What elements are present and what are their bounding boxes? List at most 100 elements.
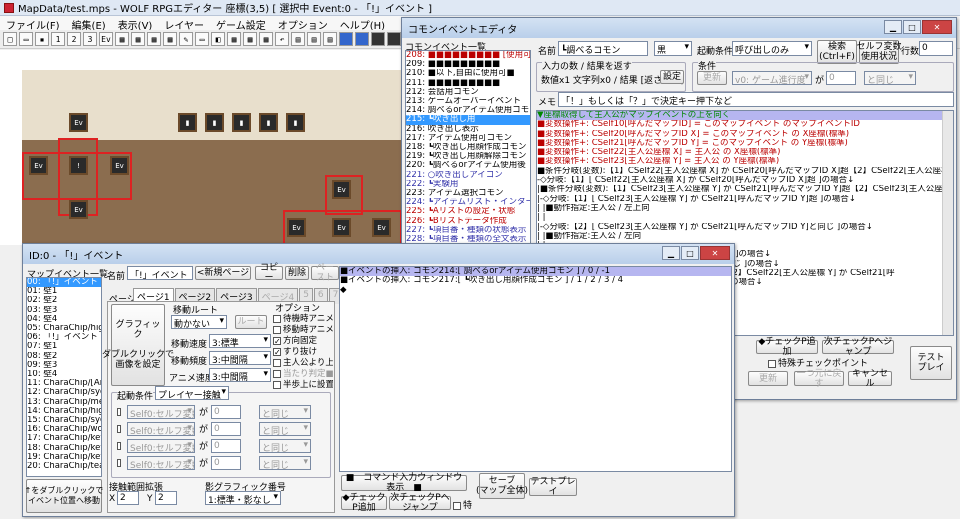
map-event-item[interactable]: 02: 壁2 <box>27 296 101 305</box>
map-event[interactable]: Ev <box>29 156 48 175</box>
map-event-item[interactable]: 00: 「!」イベント <box>27 278 101 288</box>
common-event-item[interactable]: 213: ゲームオーバーイベント <box>406 97 530 106</box>
condition-op-select[interactable]: と同じ <box>259 405 311 419</box>
map-event-list[interactable]: 00: 「!」イベント 01: 壁1 02: 壁2 03: 壁3 04: 壁4 05: C… <box>26 277 102 477</box>
open-icon[interactable]: ▭ <box>19 32 33 46</box>
shadow-select[interactable]: 1:標準・影なし <box>205 491 281 505</box>
update-button[interactable]: 更新 <box>748 371 788 386</box>
layer-3-button[interactable]: 3 <box>83 32 97 46</box>
common-name-input[interactable]: ┗調べるコモン <box>558 41 648 56</box>
common-event-item[interactable]: 210: ■以下,自由に使用可■ <box>406 69 530 78</box>
common-trigger-select[interactable]: 呼び出しのみ <box>732 41 812 56</box>
map-event-item[interactable]: 15: CharaChip/syoujo2 <box>27 416 101 425</box>
code-line[interactable]: ■変数操作+: CSelf22[主人公座標 X] = 主人公 の X座標(標準) <box>537 148 953 157</box>
common-event-item[interactable]: 227: ┗項目番・種類の状態表示 <box>406 226 530 235</box>
grid-icon[interactable]: ▤ <box>323 32 337 46</box>
common-event-item[interactable]: 221: ○吹き出しアイコン <box>406 171 530 180</box>
common-test-play-button[interactable]: テスト プレイ <box>910 346 952 380</box>
map-event-item[interactable]: 07: 壁1 <box>27 342 101 351</box>
self-var-usage-button[interactable]: セルフ変数 使用状況 <box>857 40 902 64</box>
option-checkbox[interactable]: 移動時アニメ <box>273 323 333 334</box>
rect-icon[interactable]: ▭ <box>195 32 209 46</box>
move-route-button[interactable]: ルート <box>235 315 267 329</box>
event-code-line[interactable]: ■イベントの挿入: コモン217:[ ┗吹き出し用顔作成コモン ] / 1 / … <box>340 276 731 285</box>
common-event-item[interactable]: 214: 調べるorアイテム使用コモン <box>406 106 530 115</box>
option-checkbox[interactable]: すり抜け <box>273 345 333 356</box>
tool-icon[interactable] <box>387 32 401 46</box>
map-event-item[interactable]: 03: 壁3 <box>27 306 101 315</box>
map-event-item[interactable]: 12: CharaChip/syoujo2 <box>27 388 101 397</box>
condition-enable-checkbox[interactable] <box>117 425 121 433</box>
map-event[interactable]: ▮ <box>205 113 224 132</box>
map-event[interactable]: ▮ <box>178 113 197 132</box>
map-event-item[interactable]: 06: 「!」イベント <box>27 333 101 342</box>
anim-speed-select[interactable]: 3:中間隔 <box>209 368 271 382</box>
new-icon[interactable]: □ <box>3 32 17 46</box>
common-color-select[interactable]: 黒 <box>654 41 692 56</box>
condition-num-input[interactable]: 0 <box>211 405 241 419</box>
map-event-item[interactable]: 17: CharaChip/key.png <box>27 434 101 443</box>
menu-edit[interactable]: 編集(E) <box>66 16 112 32</box>
condition-num-input[interactable]: 0 <box>211 422 241 436</box>
check-point-add-button[interactable]: ◆チェックP追加 <box>756 337 818 357</box>
code-line[interactable]: ■変数操作+: CSelf21[呼んだマップID Y] = このマップイベント … <box>537 139 953 148</box>
map-event-item[interactable]: 13: CharaChip/meid.pn <box>27 398 101 407</box>
map-event[interactable]: Ev <box>69 200 88 219</box>
map-event-item[interactable]: 16: CharaChip/woman <box>27 425 101 434</box>
option-checkbox[interactable]: 方向固定 <box>273 334 333 345</box>
map-event[interactable]: ▮ <box>286 113 305 132</box>
minimize-icon[interactable]: ▁ <box>884 20 902 34</box>
code-line[interactable]: ■変数操作+: CSelf10[呼んだマップID] = このマップイベント のマ… <box>537 120 953 129</box>
map-event-item[interactable]: 01: 壁1 <box>27 287 101 296</box>
condition-op-select[interactable]: と同じ <box>864 71 916 85</box>
database-icon[interactable] <box>339 32 353 46</box>
map-event[interactable]: Ev <box>287 218 306 237</box>
condition-enable-checkbox[interactable] <box>117 459 121 467</box>
map-event[interactable]: Ev <box>110 156 129 175</box>
code-line[interactable]: |■条件分岐(変数):【1】CSelf23[主人公座標 Y] が CSelf21… <box>537 185 953 194</box>
range-x-input[interactable]: 2 <box>117 491 139 505</box>
code-line[interactable]: | |■動作指定:主人公 / 左上向 <box>537 204 953 213</box>
code-line[interactable]: |-◇分岐:【2】[ CSelf23[主人公座標 Y] が CSelf21[呼ん… <box>537 223 953 232</box>
special-check-checkbox[interactable]: 特殊チェックポイント <box>768 356 868 369</box>
fill-icon[interactable]: ◧ <box>211 32 225 46</box>
map-event-item[interactable]: 10: 壁4 <box>27 370 101 379</box>
code-line[interactable]: ■条件分岐(変数):【1】CSelf22[主人公座標 X] が CSelf20[… <box>537 167 953 176</box>
common-event-item[interactable]: 208: ■■■■■■■■■ [使用可] <box>406 51 530 60</box>
range-y-input[interactable]: 2 <box>155 491 177 505</box>
option-checkbox[interactable]: 半歩上に設置 <box>273 378 333 389</box>
undo-icon[interactable]: ↶ <box>275 32 289 46</box>
command-input-button[interactable]: ■ コマンド入力ウィンドウ表示 ■ <box>341 473 467 493</box>
menu-view[interactable]: 表示(V) <box>112 16 159 32</box>
map-event[interactable]: Ev <box>372 218 391 237</box>
maximize-icon[interactable]: □ <box>903 20 921 34</box>
menu-game-settings[interactable]: ゲーム設定 <box>210 16 272 32</box>
map-event-item[interactable]: 14: CharaChip/higashi <box>27 407 101 416</box>
tool-icon[interactable]: ▦ <box>147 32 161 46</box>
map-event[interactable]: ▮ <box>259 113 278 132</box>
map-event-item[interactable]: 09: 壁3 <box>27 361 101 370</box>
event-code-line[interactable]: ■イベントの挿入: コモン214:[ 調べるorアイテム使用コモン ] / 0 … <box>340 267 731 277</box>
common-event-item[interactable]: 217: アイテム使用可コモン <box>406 134 530 143</box>
condition-var-select[interactable]: Self0:セルフ変数0 <box>127 405 195 419</box>
memo-input[interactable]: 「！」もしくは「？」で決定キー押下など <box>558 92 954 107</box>
event-special-check-checkbox[interactable]: 特 <box>453 498 472 511</box>
grid-icon[interactable]: ▤ <box>291 32 305 46</box>
map-event-item[interactable]: 20: CharaChip/teacher <box>27 462 101 471</box>
common-event-item[interactable]: 226: ┗Bリストデータ作成 <box>406 217 530 226</box>
map-event-item[interactable]: 11: CharaChip/[Animal <box>27 379 101 388</box>
close-icon[interactable]: ✕ <box>700 246 730 260</box>
menu-help[interactable]: ヘルプ(H) <box>334 16 391 32</box>
map-event-item[interactable]: 19: CharaChip/key.png <box>27 453 101 462</box>
common-event-item[interactable]: 220: ┗調べるorアイテム使用後 <box>406 161 530 170</box>
condition-op-select[interactable]: と同じ <box>259 422 311 436</box>
menu-options[interactable]: オプション <box>272 16 334 32</box>
option-checkbox[interactable]: 主人公より上 <box>273 356 333 367</box>
menu-layer[interactable]: レイヤー <box>158 16 210 32</box>
speed-select[interactable]: 3:標準 <box>209 334 271 348</box>
condition-enable-checkbox[interactable] <box>117 442 121 450</box>
pen-icon[interactable]: ✎ <box>179 32 193 46</box>
start-condition-select[interactable]: プレイヤー接触 <box>155 386 229 400</box>
common-event-item[interactable]: 211: ■■■■■■■■■ <box>406 79 530 88</box>
maximize-icon[interactable]: □ <box>681 246 699 260</box>
